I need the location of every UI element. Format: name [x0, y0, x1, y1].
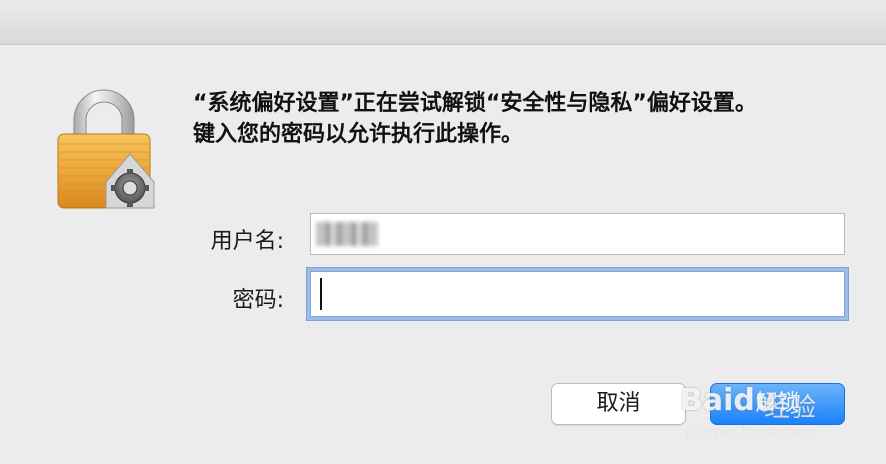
cancel-button[interactable]: 取消: [551, 383, 686, 425]
password-label: 密码:: [232, 288, 284, 313]
unlock-button[interactable]: 解锁: [710, 383, 845, 425]
padlock-icon: [52, 84, 162, 214]
unlock-dialog: “系统偏好设置”正在尝试解锁“安全性与隐私”偏好设置。 键入您的密码以允许执行此…: [0, 0, 886, 464]
dialog-titlebar: [0, 0, 886, 45]
redacted-username: [316, 222, 378, 246]
message-line-2: 键入您的密码以允许执行此操作。: [193, 122, 524, 147]
watermark-url: jingyan.baidu.com: [686, 425, 815, 440]
username-field[interactable]: [310, 213, 845, 255]
text-caret: [320, 278, 322, 310]
dialog-message: “系统偏好设置”正在尝试解锁“安全性与隐私”偏好设置。 键入您的密码以允许执行此…: [193, 88, 873, 150]
username-label: 用户名:: [210, 229, 284, 254]
message-line-1: “系统偏好设置”正在尝试解锁“安全性与隐私”偏好设置。: [193, 91, 757, 116]
password-field[interactable]: [310, 271, 845, 317]
